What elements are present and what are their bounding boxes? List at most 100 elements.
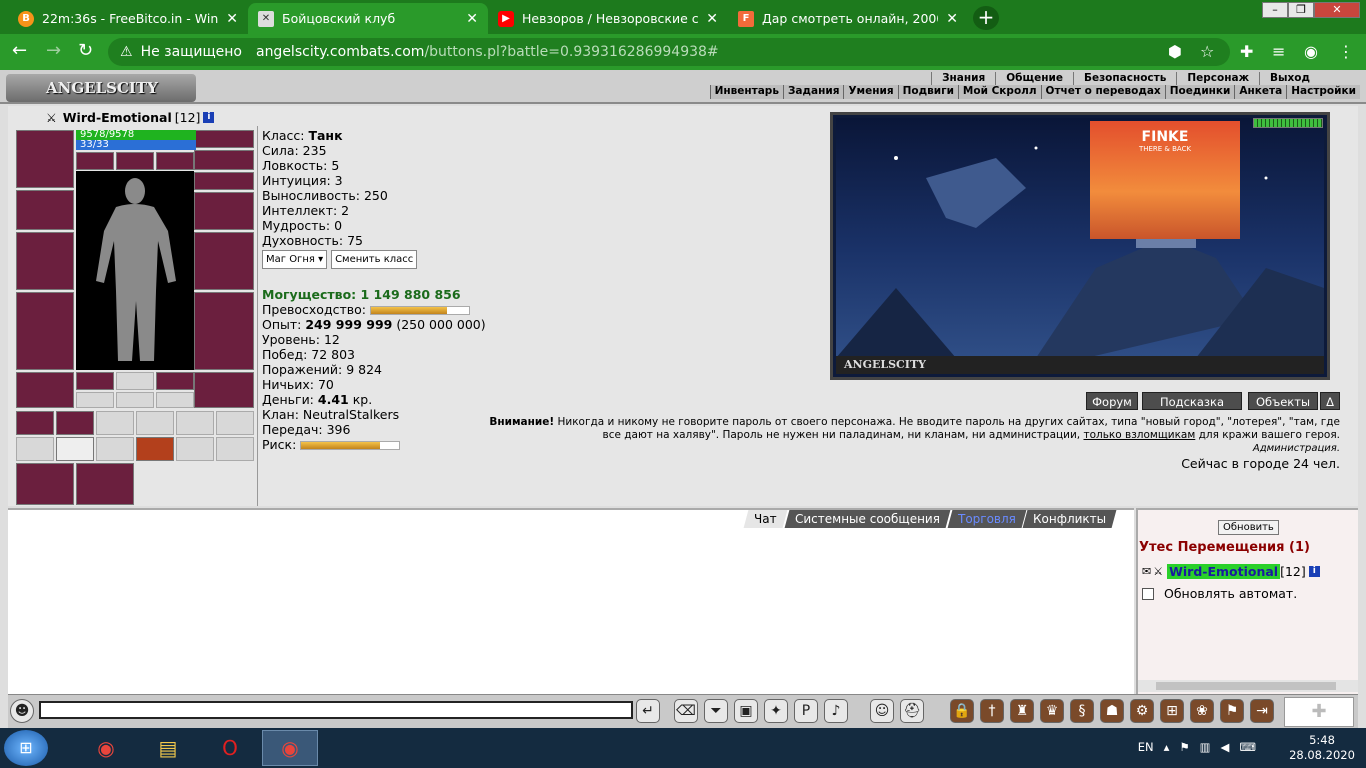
info-icon[interactable]: i (203, 112, 215, 123)
close-icon[interactable]: ✕ (466, 11, 478, 27)
rings-slot[interactable] (194, 172, 254, 190)
accessory-slot-1[interactable] (76, 372, 114, 390)
bag-slot-6[interactable] (216, 411, 254, 435)
folder-taskbar-icon[interactable]: ▤ (140, 730, 196, 766)
character-silhouette[interactable] (76, 171, 194, 370)
bag-slot-9[interactable] (96, 437, 134, 461)
menu-knowledge[interactable]: Знания (931, 72, 995, 85)
tab-conflicts[interactable]: Конфликты (1023, 510, 1118, 528)
bag-slot-11[interactable] (176, 437, 214, 461)
armor-slot[interactable] (16, 292, 74, 370)
chat-area[interactable] (8, 508, 1134, 694)
scroll-icon[interactable]: § (1070, 699, 1094, 723)
bag-slot-2[interactable] (56, 411, 94, 435)
leggings-slot[interactable] (194, 292, 254, 370)
flag-icon[interactable]: ⚑ (1220, 699, 1244, 723)
info-icon[interactable]: i (1308, 566, 1320, 577)
belt-slot[interactable] (16, 372, 74, 408)
scrollbar-thumb[interactable] (1156, 682, 1336, 690)
helmet-slot[interactable] (16, 130, 74, 188)
media-queue-icon[interactable]: ≡ (1272, 43, 1285, 61)
no-entry-icon[interactable] (56, 437, 94, 461)
browser-tab-film[interactable]: F Дар смотреть онлайн, 2000 ✕ (728, 3, 968, 34)
filter-icon[interactable]: ⏷ (704, 699, 728, 723)
submenu-fights[interactable]: Поединки (1164, 85, 1235, 99)
submenu-inventory[interactable]: Инвентарь (709, 85, 783, 99)
blocked-extension-icon[interactable]: ⬢ (1168, 43, 1182, 61)
sound-icon[interactable]: ♪ (824, 699, 848, 723)
menu-exit[interactable]: Выход (1259, 72, 1320, 85)
emoji-icon[interactable]: ☺ (870, 699, 894, 723)
network-icon[interactable]: ▥ (1200, 740, 1211, 754)
mask-icon[interactable]: ☗ (1100, 699, 1124, 723)
language-indicator[interactable]: EN (1138, 740, 1154, 754)
buff-slot-2[interactable] (116, 152, 154, 170)
rune-slot-2[interactable] (116, 392, 154, 408)
delta-button[interactable]: Δ (1320, 392, 1340, 410)
puzzle-piece-icon[interactable]: ✚ (1284, 697, 1354, 727)
chat-message-input[interactable] (39, 701, 633, 719)
minimize-button[interactable]: – (1262, 2, 1288, 18)
menu-dots-icon[interactable]: ⋮ (1338, 43, 1354, 61)
menu-communication[interactable]: Общение (995, 72, 1073, 85)
warning-link[interactable]: только взломщикам (1083, 429, 1195, 441)
character-nick[interactable]: Wird-Emotional (63, 110, 172, 125)
rune-slot-3[interactable] (156, 392, 194, 408)
tab-system-messages[interactable]: Системные сообщения (784, 510, 950, 528)
hint-button[interactable]: Подсказка (1142, 392, 1242, 410)
bag-slot-12[interactable] (216, 437, 254, 461)
chrome-active-taskbar-icon[interactable]: ◉ (262, 730, 318, 766)
close-window-button[interactable]: ✕ (1314, 2, 1360, 18)
bag-slot-4[interactable] (136, 411, 174, 435)
bag-slot-1[interactable] (16, 411, 54, 435)
accessory-slot-2[interactable] (116, 372, 154, 390)
submenu-profile[interactable]: Анкета (1234, 85, 1286, 99)
weapon-slot[interactable] (16, 232, 74, 290)
menu-character[interactable]: Персонаж (1176, 72, 1259, 85)
gloves-slot[interactable] (194, 192, 254, 230)
earrings-slot[interactable] (194, 130, 254, 148)
room-user-nick[interactable]: Wird-Emotional (1167, 564, 1281, 579)
bag-icon[interactable]: ♜ (1010, 699, 1034, 723)
warning-triangle-icon[interactable]: ⚠ (120, 44, 133, 60)
settings-gear-icon[interactable]: ⚙ (1130, 699, 1154, 723)
objects-button[interactable]: Объекты (1248, 392, 1318, 410)
enter-arrow-icon[interactable]: ↵ (636, 699, 660, 723)
new-tab-button[interactable]: + (973, 6, 999, 30)
bag-slot-7[interactable] (16, 437, 54, 461)
submenu-my-scroll[interactable]: Мой Скролл (957, 85, 1041, 99)
amulet-slot[interactable] (194, 150, 254, 170)
helmet-icon[interactable]: ⛑ (900, 699, 924, 723)
close-icon[interactable]: ✕ (706, 11, 718, 27)
private-p-icon[interactable]: P (794, 699, 818, 723)
forum-button[interactable]: Форум (1086, 392, 1138, 410)
private-message-icon[interactable]: ✉ (1142, 565, 1151, 578)
bracers-slot[interactable] (16, 190, 74, 230)
menu-security[interactable]: Безопасность (1072, 72, 1176, 85)
opera-taskbar-icon[interactable]: O (202, 730, 258, 766)
browser-tab-youtube[interactable]: ▶ Невзоров / Невзоровские с ✕ (488, 3, 728, 34)
save-icon[interactable]: ▣ (734, 699, 758, 723)
album-cover[interactable]: FINKE THERE & BACK (1090, 121, 1240, 239)
rune-slot-1[interactable] (76, 392, 114, 408)
browser-tab-fightclub[interactable]: ✕ Бойцовский клуб ✕ (248, 3, 488, 34)
horizontal-scrollbar[interactable] (1138, 680, 1358, 692)
bag-slot-3[interactable] (96, 411, 134, 435)
submenu-transfer-report[interactable]: Отчет о переводах (1040, 85, 1165, 99)
forward-arrow-icon[interactable]: → (46, 42, 61, 60)
arrow-up-icon[interactable]: ▴ (1164, 740, 1170, 754)
game-logo[interactable]: ANGELSCITY (6, 74, 196, 102)
class-select[interactable]: Маг Огня ▾ (262, 250, 328, 269)
chrome-taskbar-icon[interactable]: ◉ (78, 730, 134, 766)
address-bar[interactable]: ⚠ Не защищено angelscity.combats.com/but… (108, 38, 1230, 66)
change-class-button[interactable]: Сменить класс (331, 250, 418, 269)
exit-door-icon[interactable]: ⇥ (1250, 699, 1274, 723)
windows-start-icon[interactable]: ⊞ (4, 730, 48, 766)
running-man-icon[interactable]: ✦ (764, 699, 788, 723)
clan-value[interactable]: Клан: NeutralStalkers (262, 407, 486, 422)
cloak-slot[interactable] (16, 463, 74, 505)
system-clock[interactable]: 5:48 28.08.2020 (1282, 733, 1362, 763)
eraser-icon[interactable]: ⌫ (674, 699, 698, 723)
boots-slot[interactable] (194, 372, 254, 408)
star-icon[interactable]: ☆ (1200, 43, 1214, 61)
